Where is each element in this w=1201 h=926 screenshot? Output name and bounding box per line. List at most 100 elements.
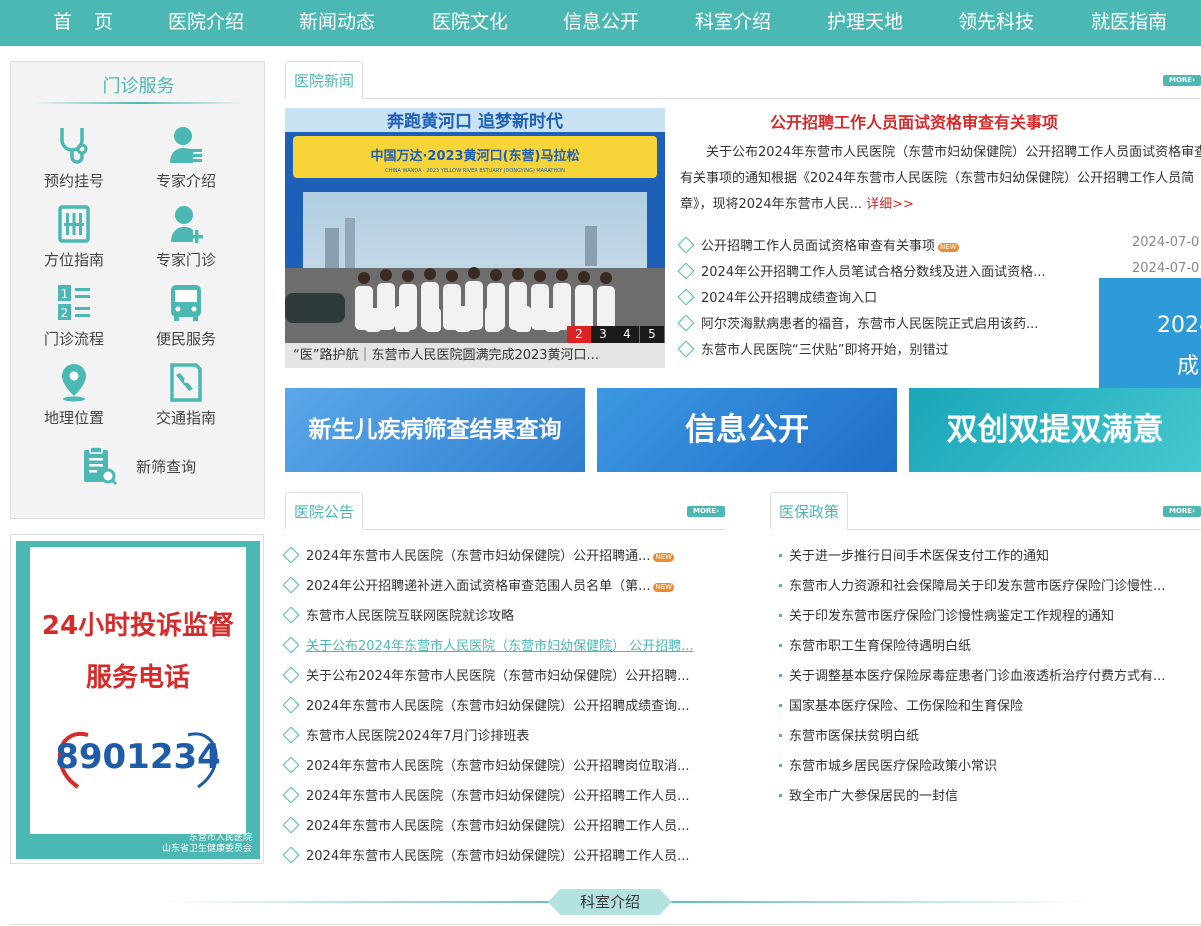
item-title: 2024年公开招聘工作人员笔试合格分数线及进入面试资格... [701, 265, 1046, 280]
nav-home[interactable]: 首 页 [53, 7, 121, 34]
headline-title[interactable]: 公开招聘工作人员面试资格审查有关事项 [680, 109, 1201, 133]
map-pin-icon [62, 364, 86, 402]
ad-line-1: 24小时投诉监督 [41, 611, 235, 641]
news-more-button[interactable]: MORE› [1163, 75, 1201, 86]
list-item[interactable]: 2024年东营市人民医院（东营市妇幼保健院）公开招聘成绩查询... [282, 695, 690, 714]
square-bullet-icon [779, 734, 782, 737]
square-bullet-icon [779, 794, 782, 797]
slide-page-3[interactable]: 3 [591, 326, 615, 343]
service-screening-query[interactable]: 新筛查询 [81, 446, 211, 486]
service-experts[interactable]: 专家介绍 [131, 125, 241, 191]
list-item[interactable]: 国家基本医疗保险、工伤保险和生育保险 [779, 695, 1023, 714]
nav-nursing[interactable]: 护理天地 [827, 7, 903, 34]
service-transport[interactable]: 交通指南 [131, 362, 241, 428]
announcements-more-button[interactable]: MORE› [687, 506, 725, 517]
slide-page-4[interactable]: 4 [615, 326, 639, 343]
slide-page-5[interactable]: 5 [640, 326, 664, 343]
diamond-bullet-icon [282, 636, 300, 654]
more-label: MORE [1169, 507, 1193, 515]
diamond-bullet-icon [282, 666, 300, 684]
list-item[interactable]: 2024年东营市人民医院（东营市妇幼保健院）公开招聘工作人员... [282, 845, 689, 864]
nav-guide[interactable]: 就医指南 [1091, 7, 1167, 34]
slide-caption[interactable]: “医”路护航｜东营市人民医院圆满完成2023黄河口... [285, 343, 665, 368]
list-item[interactable]: 2024年东营市人民医院（东营市妇幼保健院）公开招聘岗位取消... [282, 755, 689, 774]
square-bullet-icon [779, 764, 782, 767]
list-item[interactable]: 2024年公开招聘工作人员笔试合格分数线及进入面试资格... 2024-07-0 [677, 261, 1199, 280]
nav-info-public[interactable]: 信息公开 [563, 7, 639, 34]
list-item[interactable]: 2024年公开招聘递补进入面试资格审查范围人员名单（第... NEW [282, 575, 675, 594]
slide-banner-mid: 中国万达·2023黄河口(东营)马拉松 [370, 148, 579, 164]
news-slideshow[interactable]: 奔跑黄河口 追梦新时代 中国万达·2023黄河口(东营)马拉松 CHINA WA… [285, 108, 665, 368]
diamond-bullet-icon [282, 846, 300, 864]
list-item[interactable]: 2024年东营市人民医院（东营市妇幼保健院）公开招聘工作人员... [282, 785, 690, 804]
numbered-list-icon: 12 [58, 285, 90, 320]
compass-icon [170, 363, 202, 402]
newborn-screening-banner[interactable]: 新生儿疾病筛查结果查询 [285, 388, 585, 472]
list-item[interactable]: 东营市职工生育保险待遇明白纸 [779, 635, 971, 654]
slide-page-2[interactable]: 2 [567, 326, 591, 343]
square-bullet-icon [779, 644, 782, 647]
bus-icon [171, 285, 201, 321]
ad-card: 24小时投诉监督 服务电话 8901234 [30, 547, 246, 834]
diamond-bullet-icon [282, 756, 300, 774]
list-item[interactable]: 2024年东营市人民医院（东营市妇幼保健院）公开招聘工作人员... [282, 815, 689, 834]
list-item[interactable]: 关于公布2024年东营市人民医院（东营市妇幼保健院）公开招聘... [282, 665, 689, 684]
tab-hospital-news[interactable]: 医院新闻 [285, 61, 364, 99]
list-item[interactable]: 东营市医保扶贫明白纸 [779, 725, 919, 744]
list-item[interactable]: 东营市城乡居民医疗保险政策小常识 [779, 755, 997, 774]
item-title: 关于公布2024年东营市人民医院（东营市妇幼保健院） 公开招聘... [306, 639, 694, 654]
service-geo-location[interactable]: 地理位置 [19, 362, 129, 428]
list-item[interactable]: 致全市广大参保居民的一封信 [779, 785, 958, 804]
service-appointment[interactable]: 预约挂号 [19, 125, 129, 191]
list-item[interactable]: 东营市人民医院“三伏贴”即将开始，别错过 [677, 339, 948, 358]
service-label: 交通指南 [155, 409, 216, 427]
nav-hospital-intro[interactable]: 医院介绍 [168, 7, 244, 34]
detail-link[interactable]: 详细>> [866, 197, 914, 212]
item-title: 关于进一步推行日间手术医保支付工作的通知 [789, 549, 1050, 564]
item-title: 2024年公开招聘递补进入面试资格审查范围人员名单（第... [306, 579, 651, 594]
item-title: 致全市广大参保居民的一封信 [789, 789, 959, 804]
service-label: 新筛查询 [136, 457, 197, 476]
nav-technology[interactable]: 领先科技 [958, 7, 1034, 34]
departments-section-title[interactable]: 科室介绍 [548, 889, 672, 915]
service-label: 预约挂号 [43, 172, 104, 190]
service-process[interactable]: 12 门诊流程 [19, 283, 129, 349]
service-location-guide[interactable]: 方位指南 [19, 204, 129, 270]
item-title: 关于印发东营市医疗保险门诊慢性病鉴定工作规程的通知 [789, 609, 1115, 624]
top-nav: 首 页 医院介绍 新闻动态 医院文化 信息公开 科室介绍 护理天地 领先科技 就… [0, 0, 1201, 46]
list-item[interactable]: 东营市人民医院互联网医院就诊攻略 [282, 605, 514, 624]
item-title: 2024年东营市人民医院（东营市妇幼保健院）公开招聘成绩查询... [306, 699, 690, 714]
tab-announcements[interactable]: 医院公告 [285, 492, 364, 530]
clipboard-search-icon [84, 446, 117, 486]
list-item[interactable]: 关于进一步推行日间手术医保支付工作的通知 [779, 545, 1049, 564]
satisfaction-banner[interactable]: 双创双提双满意 [909, 388, 1201, 472]
svg-text:1: 1 [61, 287, 69, 301]
nav-departments[interactable]: 科室介绍 [695, 7, 771, 34]
nav-news[interactable]: 新闻动态 [299, 7, 375, 34]
service-expert-clinic[interactable]: 专家门诊 [131, 204, 241, 270]
item-title: 关于调整基本医疗保险尿毒症患者门诊血液透析治疗付费方式有... [789, 669, 1166, 684]
item-title: 东营市人民医院2024年7月门诊排班表 [306, 729, 530, 744]
tab-insurance-policy[interactable]: 医保政策 [770, 492, 849, 530]
info-public-banner[interactable]: 信息公开 [597, 388, 897, 472]
policy-more-button[interactable]: MORE› [1163, 506, 1201, 517]
list-item[interactable]: 关于调整基本医疗保险尿毒症患者门诊血液透析治疗付费方式有... [779, 665, 1165, 684]
list-item[interactable]: 关于印发东营市医疗保险门诊慢性病鉴定工作规程的通知 [779, 605, 1114, 624]
list-item[interactable]: 东营市人民医院2024年7月门诊排班表 [282, 725, 530, 744]
nav-culture[interactable]: 医院文化 [432, 7, 508, 34]
complaint-hotline-ad[interactable]: 24小时投诉监督 服务电话 8901234 东营市人民医院 山东省卫生健康委员会 [10, 534, 264, 864]
list-item[interactable]: 2024年东营市人民医院（东营市妇幼保健院）公开招聘通... NEW [282, 545, 675, 564]
list-item[interactable]: 2024年公开招聘成绩查询入口 [677, 287, 877, 306]
diamond-bullet-icon [282, 696, 300, 714]
logo-subtext: 山东省卫生健康委员会 [161, 844, 252, 854]
list-item[interactable]: 东营市人力资源和社会保障局关于印发东营市医疗保险门诊慢性... [779, 575, 1165, 594]
list-item[interactable]: 阿尔茨海默病患者的福音，东营市人民医院正式启用该药... [677, 313, 1038, 332]
slide-banner-top: 奔跑黄河口 追梦新时代 [386, 111, 563, 132]
service-convenience[interactable]: 便民服务 [131, 283, 241, 349]
item-title: 2024年东营市人民医院（东营市妇幼保健院）公开招聘工作人员... [306, 789, 690, 804]
list-item[interactable]: 公开招聘工作人员面试资格审查有关事项 NEW 2024-07-0 [677, 235, 1199, 254]
list-item[interactable]: 关于公布2024年东营市人民医院（东营市妇幼保健院） 公开招聘... [282, 635, 694, 654]
floating-notice[interactable]: 2024 成 [1099, 278, 1201, 403]
hotline-number: 8901234 [55, 737, 221, 777]
diamond-bullet-icon [677, 262, 695, 280]
